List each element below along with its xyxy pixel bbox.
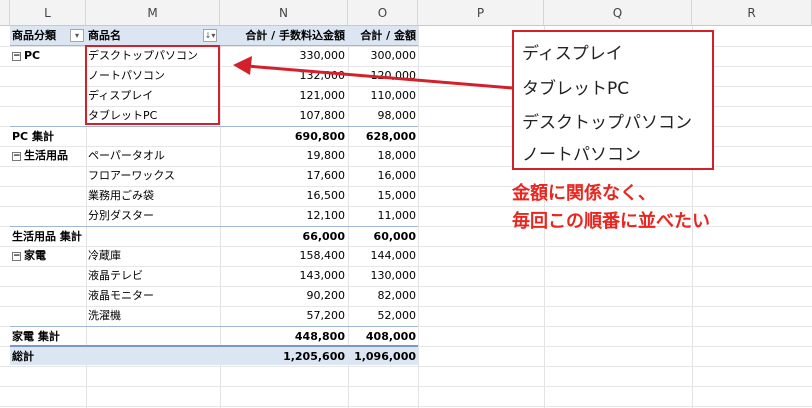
- fee-cell[interactable]: 19,800: [220, 146, 346, 166]
- amount-cell[interactable]: 16,000: [350, 166, 417, 186]
- group-label[interactable]: − PC: [12, 46, 86, 66]
- subtotal-amount[interactable]: 628,000: [350, 127, 416, 147]
- grand-total-label[interactable]: 総計: [12, 347, 86, 367]
- fee-cell[interactable]: 12,100: [220, 206, 346, 226]
- header-product[interactable]: 商品名: [88, 26, 218, 46]
- header-sum-fee[interactable]: 合計 / 手数料込金額: [220, 26, 345, 46]
- annotation-note-line2: 毎回この順番に並べたい: [512, 211, 710, 232]
- product-cell[interactable]: 業務用ごみ袋: [88, 186, 218, 206]
- product-cell[interactable]: 冷蔵庫: [88, 246, 218, 266]
- grand-total-amount[interactable]: 1,096,000: [350, 347, 416, 367]
- group-name: 生活用品: [24, 149, 68, 162]
- table-row: 業務用ごみ袋 16,500 15,000: [10, 186, 418, 206]
- column-header-l[interactable]: L: [10, 0, 86, 26]
- column-header-r[interactable]: R: [692, 0, 812, 26]
- column-header-n[interactable]: N: [220, 0, 348, 26]
- gridline: [0, 406, 812, 407]
- subtotal-label[interactable]: 家電 集計: [12, 327, 86, 347]
- column-header-o[interactable]: O: [348, 0, 418, 26]
- amount-cell[interactable]: 82,000: [350, 286, 417, 306]
- product-cell[interactable]: 分別ダスター: [88, 206, 218, 226]
- column-header-p[interactable]: P: [418, 0, 544, 26]
- highlight-box: [85, 45, 220, 125]
- fee-cell[interactable]: 90,200: [220, 286, 346, 306]
- subtotal-fee[interactable]: 448,800: [220, 327, 345, 347]
- arrow-icon: [233, 56, 513, 90]
- subtotal-amount[interactable]: 408,000: [350, 327, 416, 347]
- subtotal-fee[interactable]: 66,000: [220, 227, 345, 247]
- subtotal-row: 生活用品 集計 66,000 60,000: [10, 226, 418, 246]
- spreadsheet: L M N O P Q R 商品分類 ▾ 商品名 ↓▾ 合計 / 手数料込金額 …: [0, 0, 812, 408]
- header-sum-amount[interactable]: 合計 / 金額: [350, 26, 416, 46]
- fee-cell[interactable]: 143,000: [220, 266, 346, 286]
- product-cell[interactable]: ペーパータオル: [88, 146, 218, 166]
- product-cell[interactable]: 洗濯機: [88, 306, 218, 326]
- subtotal-row: 家電 集計 448,800 408,000: [10, 326, 418, 346]
- sort-filter-icon[interactable]: ↓▾: [203, 29, 217, 42]
- column-header-q[interactable]: Q: [544, 0, 692, 26]
- group-label[interactable]: − 生活用品: [12, 146, 86, 166]
- fee-cell[interactable]: 107,800: [220, 106, 346, 126]
- filter-dropdown-icon[interactable]: ▾: [70, 29, 84, 42]
- grand-total-fee[interactable]: 1,205,600: [220, 347, 345, 367]
- amount-cell[interactable]: 144,000: [350, 246, 417, 266]
- callout-item: デスクトップパソコン: [522, 113, 692, 133]
- amount-cell[interactable]: 98,000: [350, 106, 417, 126]
- table-row: 液晶テレビ 143,000 130,000: [10, 266, 418, 286]
- group-name: 家電: [24, 249, 46, 262]
- fee-cell[interactable]: 57,200: [220, 306, 346, 326]
- collapse-icon[interactable]: −: [12, 51, 21, 61]
- table-row: 分別ダスター 12,100 11,000: [10, 206, 418, 226]
- amount-cell[interactable]: 52,000: [350, 306, 417, 326]
- corner-cell[interactable]: [0, 0, 10, 26]
- group-name: PC: [24, 49, 41, 62]
- table-row: − 家電 冷蔵庫 158,400 144,000: [10, 246, 418, 266]
- callout-item: タブレットPC: [522, 79, 630, 99]
- product-cell[interactable]: 液晶テレビ: [88, 266, 218, 286]
- collapse-icon[interactable]: −: [12, 251, 21, 261]
- grand-total-row: 総計 1,205,600 1,096,000: [10, 345, 418, 365]
- gridline: [0, 386, 812, 387]
- collapse-icon[interactable]: −: [12, 151, 21, 161]
- subtotal-label[interactable]: PC 集計: [12, 127, 86, 147]
- table-row: 洗濯機 57,200 52,000: [10, 306, 418, 326]
- subtotal-amount[interactable]: 60,000: [350, 227, 416, 247]
- amount-cell[interactable]: 11,000: [350, 206, 417, 226]
- table-row: フロアーワックス 17,600 16,000: [10, 166, 418, 186]
- subtotal-label[interactable]: 生活用品 集計: [12, 227, 132, 247]
- amount-cell[interactable]: 18,000: [350, 146, 417, 166]
- fee-cell[interactable]: 16,500: [220, 186, 346, 206]
- table-row: − 生活用品 ペーパータオル 19,800 18,000: [10, 146, 418, 166]
- callout-item: ディスプレイ: [522, 44, 623, 64]
- annotation-note-line1: 金額に関係なく、: [512, 183, 656, 204]
- callout-item: ノートパソコン: [522, 145, 641, 165]
- amount-cell[interactable]: 15,000: [350, 186, 417, 206]
- table-row: 液晶モニター 90,200 82,000: [10, 286, 418, 306]
- group-label[interactable]: − 家電: [12, 246, 86, 266]
- product-cell[interactable]: フロアーワックス: [88, 166, 218, 186]
- amount-cell[interactable]: 130,000: [350, 266, 417, 286]
- fee-cell[interactable]: 158,400: [220, 246, 346, 266]
- subtotal-row: PC 集計 690,800 628,000: [10, 126, 418, 146]
- fee-cell[interactable]: 17,600: [220, 166, 346, 186]
- column-header-m[interactable]: M: [86, 0, 220, 26]
- pivot-header-row: 商品分類 ▾ 商品名 ↓▾ 合計 / 手数料込金額 合計 / 金額: [10, 26, 418, 46]
- subtotal-fee[interactable]: 690,800: [220, 127, 345, 147]
- product-cell[interactable]: 液晶モニター: [88, 286, 218, 306]
